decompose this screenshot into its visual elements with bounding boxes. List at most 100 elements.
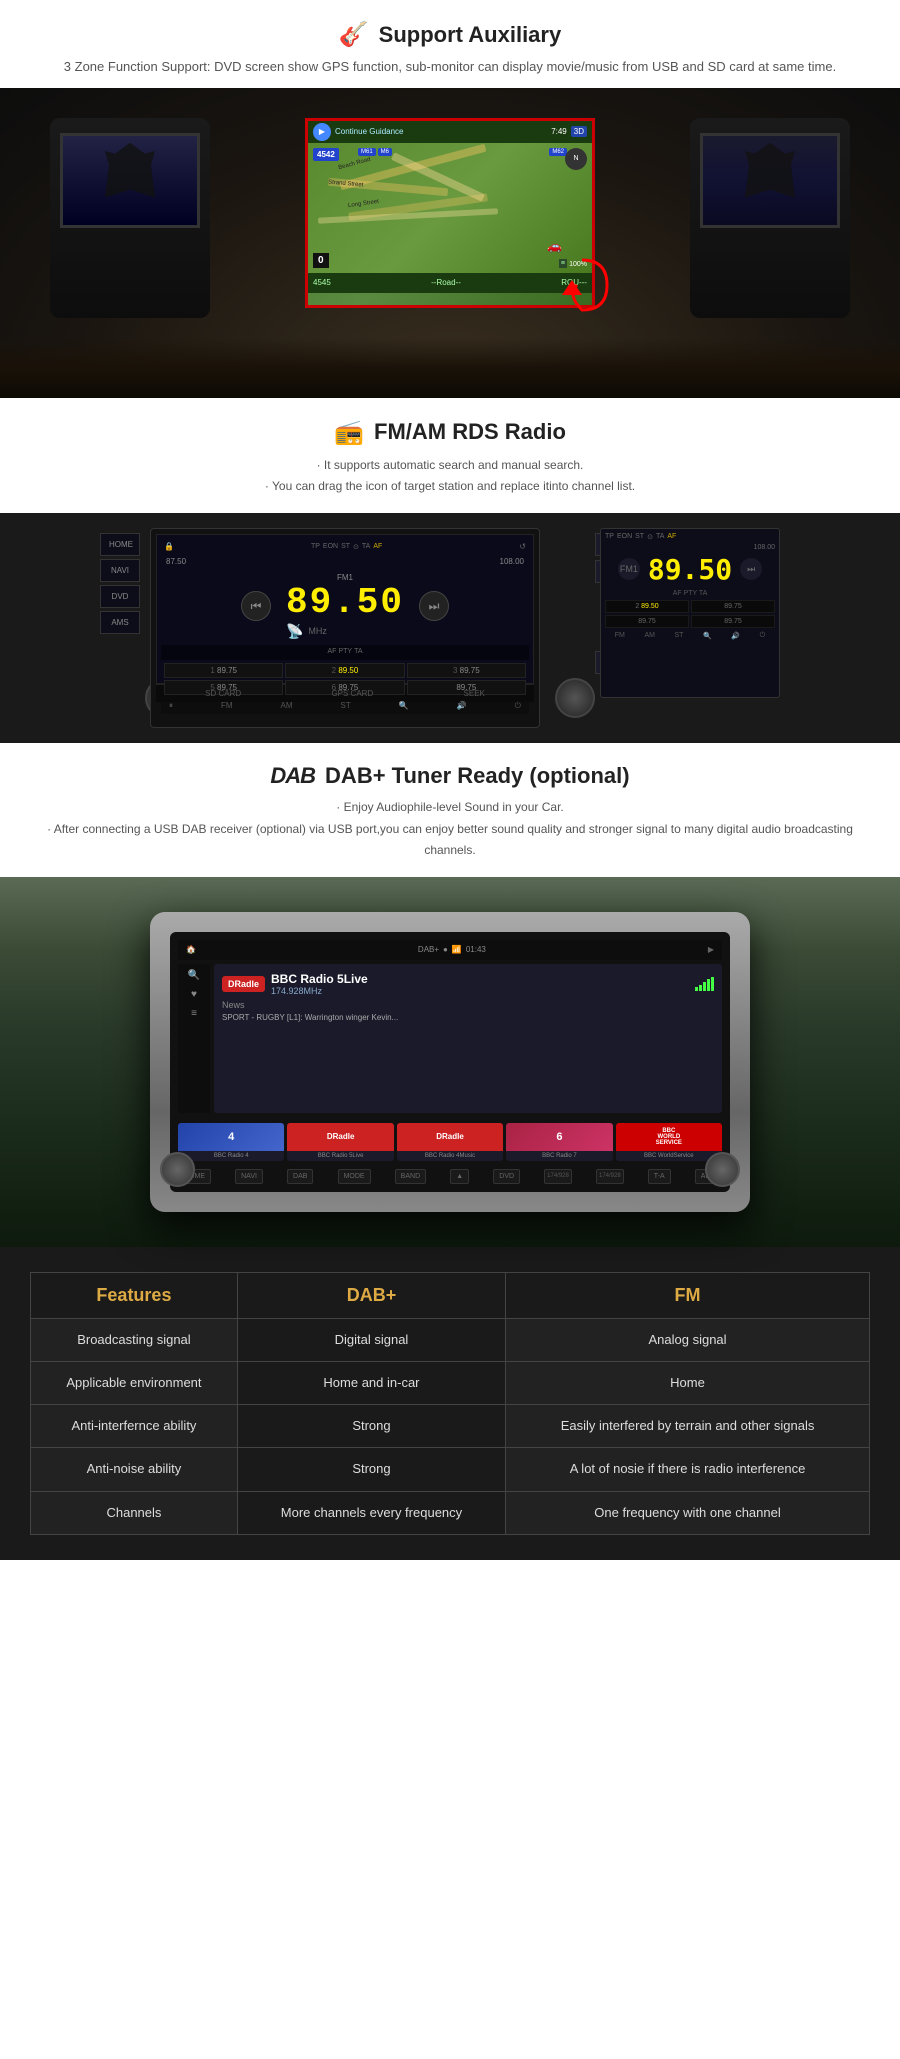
dab-search-icon[interactable]: 🔍 [188,970,200,981]
feature-name-cell: Channels [31,1491,238,1534]
table-row: Broadcasting signalDigital signalAnalog … [31,1318,870,1361]
fm-value-cell: One frequency with one channel [506,1491,870,1534]
gps-screen: ▶ Continue Guidance 7:49 3D [305,118,595,308]
dab-left-knob[interactable] [160,1152,195,1187]
radio-unit-2: TPEONST⊙TAAF 108.00 FM1 89.50 ⏭ AF PTY T… [600,528,800,728]
radio-prev-btn[interactable]: ⏮ [241,591,271,621]
radio-next-btn[interactable]: ⏭ [419,591,449,621]
dab-status-center: DAB+ ● 📶 01:43 [418,945,486,954]
radio-mhz-label: 📡 MHz [286,623,404,640]
feature-name-cell: Anti-noise ability [31,1448,238,1491]
gps-map-area: Beach Road Strand Street Long Street 454… [308,143,592,273]
dab-value-cell: Home and in-car [237,1361,505,1404]
table-row: Applicable environmentHome and in-carHom… [31,1361,870,1404]
monitor-screen-right [703,136,837,225]
radio2-band-label: FM1 [618,558,640,580]
preset-2[interactable]: 2 89.50 [285,663,404,678]
dab-logo-icon: DAB [270,763,315,789]
head-unit-container: 🏠 DAB+ ● 📶 01:43 ▶ 🔍 ♥ [150,912,750,1212]
dab-main-row: 🔍 ♥ ≡ DRadle BBC Radio 5Live 174.928MHz [178,964,722,1113]
dab-channel-bbc4[interactable]: 4 BBC Radio 4 [178,1123,284,1161]
dab-image-container: 🏠 DAB+ ● 📶 01:43 ▶ 🔍 ♥ [0,877,900,1247]
monitor-screen-left [63,136,197,225]
dab-value-cell: Strong [237,1405,505,1448]
radio-pause-btn[interactable]: ⏸ [169,701,173,711]
table-row: ChannelsMore channels every frequencyOne… [31,1491,870,1534]
radio-icon: 📻 [334,418,364,447]
dab-ctrl-band[interactable]: BAND [395,1169,426,1184]
dab-heart-icon[interactable]: ♥ [191,989,197,1000]
dab-value-cell: Digital signal [237,1318,505,1361]
dab-status-bar: 🏠 DAB+ ● 📶 01:43 ▶ [178,940,722,960]
dab-channel-bbc6[interactable]: 6 BBC Radio 7 [506,1123,612,1161]
radio-power-btn[interactable]: ⏻ [515,701,521,711]
support-aux-header: 🎸 Support Auxiliary [10,20,890,49]
radio-sd-label: SD CARD [205,689,241,698]
radio-dvd-btn[interactable]: DVD [100,585,140,608]
headrest-left [50,118,210,318]
features-table: Features DAB+ FM Broadcasting signalDigi… [30,1272,870,1535]
support-aux-section: 🎸 Support Auxiliary 3 Zone Function Supp… [0,0,900,88]
dab-now-playing: SPORT - RUGBY [L1]: Warrington winger Ke… [222,1013,714,1022]
gps-map: ▶ Continue Guidance 7:49 3D [308,121,592,305]
table-row: Anti-noise abilityStrongA lot of nosie i… [31,1448,870,1491]
head-unit-frame: 🏠 DAB+ ● 📶 01:43 ▶ 🔍 ♥ [150,912,750,1212]
dab-genre-label: News [222,1000,714,1010]
feature-name-cell: Applicable environment [31,1361,238,1404]
dab-value-cell: Strong [237,1448,505,1491]
preset-3[interactable]: 3 89.75 [407,663,526,678]
radio-freq-display: 89.50 [286,582,404,623]
radio2-next[interactable]: ⏭ [740,558,762,580]
dab-list-icon[interactable]: ≡ [191,1008,197,1019]
car-interior: ▶ Continue Guidance 7:49 3D [0,88,900,398]
dab-station-name: BBC Radio 5Live 174.928MHz [271,972,368,996]
radio-top-bar: 🔒 TPEONST⊙TAAF ↺ [161,539,529,555]
dab-station-row: DRadle BBC Radio 5Live 174.928MHz [222,972,714,996]
dab-ctrl-navi[interactable]: NAVI [235,1169,263,1184]
dab-station-logo: DRadle [222,976,265,992]
fm-value-cell: A lot of nosie if there is radio interfe… [506,1448,870,1491]
dab-signal-bars [695,977,714,991]
dab-header: DAB DAB+ Tuner Ready (optional) [30,763,870,789]
dab-ctrl-up[interactable]: ▲ [450,1169,469,1184]
radio-unit: 🔒 TPEONST⊙TAAF ↺ 87.50 108.00 ⏮ [150,528,540,728]
radio-screen: 🔒 TPEONST⊙TAAF ↺ 87.50 108.00 ⏮ [156,534,534,684]
radio-search-btn[interactable]: 🔍 [399,701,409,711]
radio-home-btn[interactable]: HOME [100,533,140,556]
radio-right-dial[interactable] [555,678,595,718]
dab-ctrl-freq2: 174/928 [596,1169,624,1184]
car-image: ▶ Continue Guidance 7:49 3D [0,88,900,398]
table-row: Anti-interfernce abilityStrongEasily int… [31,1405,870,1448]
dab-right-knob[interactable] [705,1152,740,1187]
feature-name-cell: Broadcasting signal [31,1318,238,1361]
dab-station-info: DRadle BBC Radio 5Live 174.928MHz [214,964,722,1113]
radio-navi-btn[interactable]: NAVI [100,559,140,582]
preset-1[interactable]: 1 89.75 [164,663,283,678]
fm-value-cell: Home [506,1361,870,1404]
dab-ctrl-dvd[interactable]: DVD [493,1169,520,1184]
dab-ctrl-dab[interactable]: DAB [287,1169,313,1184]
dab-channel-4music[interactable]: DRadle BBC Radio 4Music [397,1123,503,1161]
dab-sidebar-icons: 🔍 ♥ ≡ [178,964,210,1113]
dab-ctrl-ta[interactable]: T-A [648,1169,671,1184]
dab-channel-bbcworld[interactable]: BBCWORLDSERVICE BBC WorldService [616,1123,722,1161]
feature-name-cell: Anti-interfernce ability [31,1405,238,1448]
monitor-right [700,133,840,228]
support-aux-desc: 3 Zone Function Support: DVD screen show… [10,57,890,78]
gps-bottom-bar: 4545 --Road-- ROU--- [308,273,592,293]
radio-ams-btn[interactable]: AMS [100,611,140,634]
radio-header: 📻 FM/AM RDS Radio [30,418,870,447]
radio-main-display: ⏮ FM1 89.50 📡 MHz ⏭ [161,568,529,645]
dab-channel-5live[interactable]: DRadle BBC Radio 5Live [287,1123,393,1161]
dab-unit-screen: 🏠 DAB+ ● 📶 01:43 ▶ 🔍 ♥ [170,932,730,1192]
dab-ctrl-mode[interactable]: MODE [338,1169,371,1184]
radio-title: FM/AM RDS Radio [374,419,566,445]
fm-value-cell: Easily interfered by terrain and other s… [506,1405,870,1448]
radio-main-unit: 🔒 TPEONST⊙TAAF ↺ 87.50 108.00 ⏮ [150,528,590,728]
dab-status-left: 🏠 [186,945,196,954]
radio-gps-label: GPS CARD [331,689,373,698]
radio-section: 📻 FM/AM RDS Radio · It supports automati… [0,398,900,513]
radio-vol-btn[interactable]: 🔊 [457,701,467,711]
support-aux-title: Support Auxiliary [379,22,562,48]
gps-arrow-icon [552,255,612,315]
